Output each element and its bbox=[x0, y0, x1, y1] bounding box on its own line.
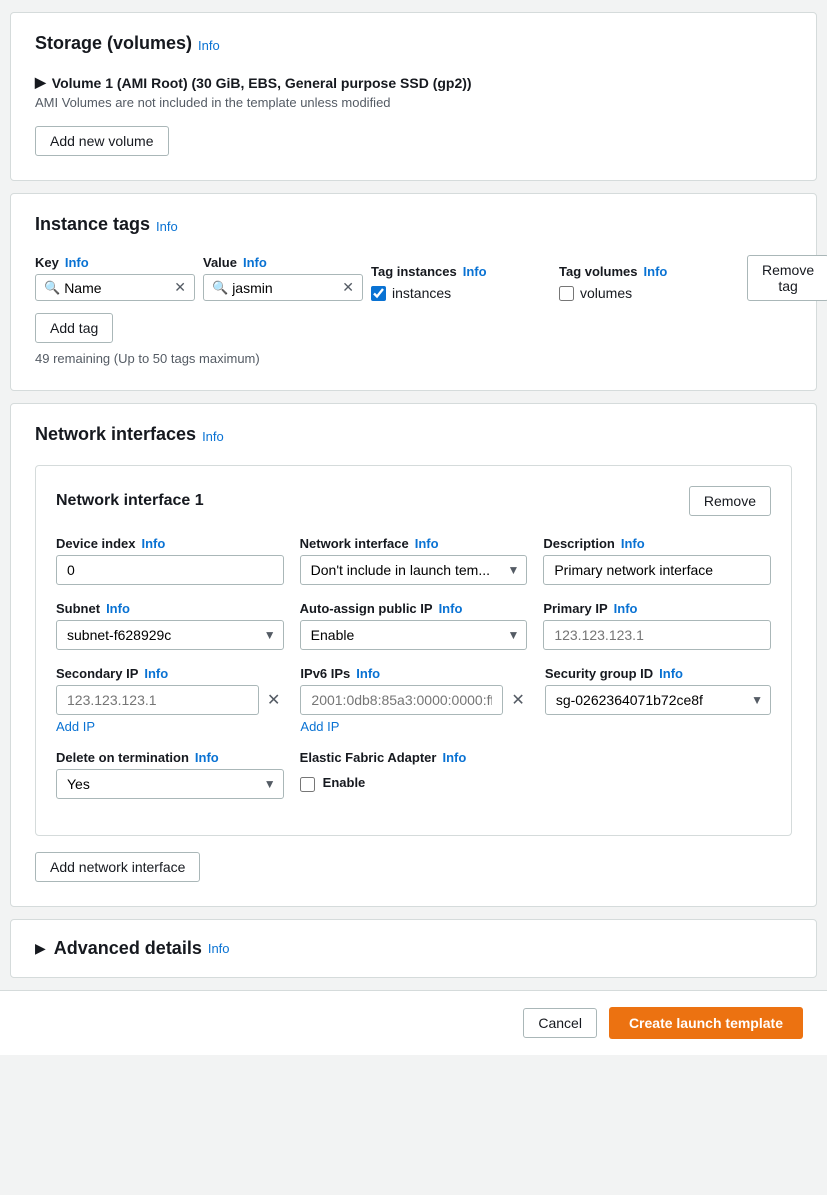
ipv6-input[interactable] bbox=[300, 685, 503, 715]
tag-instances-label: Tag instances bbox=[371, 264, 457, 279]
key-label: Key bbox=[35, 255, 59, 270]
add-network-interface-button[interactable]: Add network interface bbox=[35, 852, 200, 882]
ipv6-field: IPv6 IPs Info ✕ Add IP bbox=[300, 666, 528, 734]
delete-on-termination-field: Delete on termination Info Yes ▼ bbox=[56, 750, 284, 799]
add-ipv6-link[interactable]: Add IP bbox=[300, 719, 528, 734]
secondary-ip-info-link[interactable]: Info bbox=[144, 666, 168, 681]
network-interface-card: Network interface 1 Remove Device index … bbox=[35, 465, 792, 836]
advanced-info-link[interactable]: Info bbox=[208, 941, 230, 956]
auto-assign-ip-select[interactable]: Enable bbox=[300, 620, 528, 650]
remove-ni-button[interactable]: Remove bbox=[689, 486, 771, 516]
add-tag-button[interactable]: Add tag bbox=[35, 313, 113, 343]
add-volume-button[interactable]: Add new volume bbox=[35, 126, 169, 156]
volumes-checkbox[interactable] bbox=[559, 286, 574, 301]
efa-info-link[interactable]: Info bbox=[442, 750, 466, 765]
subnet-info-link[interactable]: Info bbox=[106, 601, 130, 616]
network-interface-select-field: Network interface Info Don't include in … bbox=[300, 536, 528, 585]
secondary-ip-field: Secondary IP Info ✕ Add IP bbox=[56, 666, 284, 734]
tag-volumes-field: Tag volumes Info volumes bbox=[559, 264, 739, 301]
value-search-icon: 🔍 bbox=[212, 280, 228, 296]
auto-assign-ip-label: Auto-assign public IP bbox=[300, 601, 433, 616]
primary-ip-label: Primary IP bbox=[543, 601, 607, 616]
create-launch-template-button[interactable]: Create launch template bbox=[609, 1007, 803, 1039]
delete-on-termination-info-link[interactable]: Info bbox=[195, 750, 219, 765]
security-group-select[interactable]: sg-0262364071b72ce8f bbox=[545, 685, 771, 715]
subnet-label: Subnet bbox=[56, 601, 100, 616]
tag-volumes-info-link[interactable]: Info bbox=[644, 264, 668, 279]
tag-instances-field: Tag instances Info instances bbox=[371, 264, 551, 301]
instances-checkbox[interactable] bbox=[371, 286, 386, 301]
efa-label: Elastic Fabric Adapter bbox=[300, 750, 437, 765]
tag-instances-info-link[interactable]: Info bbox=[463, 264, 487, 279]
key-input[interactable] bbox=[64, 280, 170, 296]
value-field: Value Info 🔍 ✕ bbox=[203, 255, 363, 301]
network-interfaces-title: Network interfaces bbox=[35, 424, 196, 445]
volume-expand-arrow: ▶ bbox=[35, 74, 46, 91]
primary-ip-field: Primary IP Info bbox=[543, 601, 771, 650]
delete-on-termination-select[interactable]: Yes bbox=[56, 769, 284, 799]
advanced-title: Advanced details bbox=[54, 938, 202, 959]
network-interface-select-label: Network interface bbox=[300, 536, 409, 551]
network-interface-select-info-link[interactable]: Info bbox=[415, 536, 439, 551]
device-index-input[interactable] bbox=[56, 555, 284, 585]
storage-info-link[interactable]: Info bbox=[198, 38, 220, 53]
security-group-field: Security group ID Info sg-0262364071b72c… bbox=[545, 666, 771, 734]
subnet-select[interactable]: subnet-f628929c bbox=[56, 620, 284, 650]
delete-on-termination-label: Delete on termination bbox=[56, 750, 189, 765]
primary-ip-info-link[interactable]: Info bbox=[614, 601, 638, 616]
security-group-label: Security group ID bbox=[545, 666, 653, 681]
key-info-link[interactable]: Info bbox=[65, 255, 89, 270]
instance-tags-title: Instance tags bbox=[35, 214, 150, 235]
advanced-expand-arrow: ▶ bbox=[35, 940, 46, 957]
cancel-button[interactable]: Cancel bbox=[523, 1008, 597, 1038]
value-clear-button[interactable]: ✕ bbox=[342, 279, 354, 296]
device-index-field: Device index Info bbox=[56, 536, 284, 585]
auto-assign-ip-field: Auto-assign public IP Info Enable ▼ bbox=[300, 601, 528, 650]
advanced-details-section[interactable]: ▶ Advanced details Info bbox=[10, 919, 817, 978]
value-info-link[interactable]: Info bbox=[243, 255, 267, 270]
secondary-ip-input[interactable] bbox=[56, 685, 259, 715]
key-search-icon: 🔍 bbox=[44, 280, 60, 296]
network-interfaces-info-link[interactable]: Info bbox=[202, 429, 224, 444]
ipv6-clear-button[interactable]: ✕ bbox=[507, 688, 528, 712]
description-field: Description Info bbox=[543, 536, 771, 585]
security-group-info-link[interactable]: Info bbox=[659, 666, 683, 681]
add-secondary-ip-link[interactable]: Add IP bbox=[56, 719, 284, 734]
volume-subtitle: AMI Volumes are not included in the temp… bbox=[35, 95, 792, 110]
ipv6-info-link[interactable]: Info bbox=[356, 666, 380, 681]
auto-assign-ip-info-link[interactable]: Info bbox=[439, 601, 463, 616]
description-info-link[interactable]: Info bbox=[621, 536, 645, 551]
remaining-tags-text: 49 remaining (Up to 50 tags maximum) bbox=[35, 351, 792, 366]
value-input[interactable] bbox=[232, 280, 338, 296]
tag-volumes-label: Tag volumes bbox=[559, 264, 638, 279]
ipv6-label: IPv6 IPs bbox=[300, 666, 350, 681]
efa-field: Elastic Fabric Adapter Info Enable bbox=[300, 750, 528, 799]
efa-enable-label: Enable bbox=[323, 775, 366, 790]
network-interface-select[interactable]: Don't include in launch tem... bbox=[300, 555, 528, 585]
subnet-field: Subnet Info subnet-f628929c ▼ bbox=[56, 601, 284, 650]
volume-label: Volume 1 (AMI Root) (30 GiB, EBS, Genera… bbox=[52, 75, 472, 91]
remove-tag-button[interactable]: Remove tag bbox=[747, 255, 827, 301]
efa-checkbox[interactable] bbox=[300, 777, 315, 792]
device-index-info-link[interactable]: Info bbox=[142, 536, 166, 551]
device-index-label: Device index bbox=[56, 536, 136, 551]
volumes-label: volumes bbox=[580, 285, 632, 301]
instance-tags-info-link[interactable]: Info bbox=[156, 219, 178, 234]
key-field: Key Info 🔍 ✕ bbox=[35, 255, 195, 301]
storage-title: Storage (volumes) bbox=[35, 33, 192, 54]
footer-bar: Cancel Create launch template bbox=[0, 990, 827, 1055]
key-clear-button[interactable]: ✕ bbox=[174, 279, 186, 296]
secondary-ip-clear-button[interactable]: ✕ bbox=[263, 688, 284, 712]
description-input[interactable] bbox=[543, 555, 771, 585]
ni-card-title: Network interface 1 bbox=[56, 492, 204, 510]
secondary-ip-label: Secondary IP bbox=[56, 666, 138, 681]
primary-ip-input[interactable] bbox=[543, 620, 771, 650]
volume-row[interactable]: ▶ Volume 1 (AMI Root) (30 GiB, EBS, Gene… bbox=[35, 74, 792, 91]
value-label: Value bbox=[203, 255, 237, 270]
instances-label: instances bbox=[392, 285, 451, 301]
description-label: Description bbox=[543, 536, 615, 551]
